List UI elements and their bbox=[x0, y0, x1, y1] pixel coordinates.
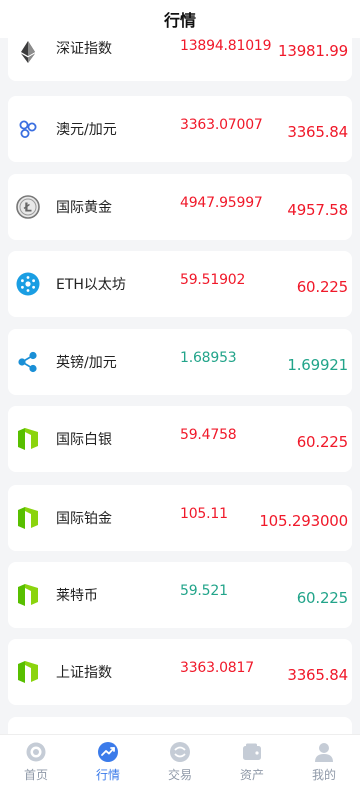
market-item[interactable]: 国际白银 59.4758 60.225 bbox=[8, 406, 352, 472]
ripple-icon bbox=[16, 350, 40, 374]
market-name: 国际黄金 bbox=[56, 200, 112, 216]
chain-link-icon bbox=[16, 117, 40, 141]
market-price: 105.11 bbox=[180, 506, 228, 522]
neo-icon bbox=[16, 427, 40, 451]
market-name: 澳元/加元 bbox=[56, 122, 117, 138]
market-price: 13894.81019 bbox=[180, 38, 272, 54]
market-change: 3365.84 bbox=[287, 123, 348, 141]
market-item[interactable]: 上证指数 3363.0817 3365.84 bbox=[8, 639, 352, 705]
market-name: 莱特币 bbox=[56, 588, 98, 604]
market-item[interactable]: 英镑/加元 1.68953 1.69921 bbox=[8, 329, 352, 395]
tab-label: 行情 bbox=[95, 768, 120, 782]
market-name: ETH以太坊 bbox=[56, 277, 126, 293]
market-item[interactable]: Ł 国际黄金 4947.95997 4957.58 bbox=[8, 174, 352, 240]
market-item[interactable]: 澳元/加元 3363.07007 3365.84 bbox=[8, 96, 352, 162]
litecoin-icon: Ł bbox=[16, 195, 40, 219]
page-title: 行情 bbox=[163, 11, 196, 30]
market-change: 1.69921 bbox=[287, 356, 348, 374]
tab-label: 资产 bbox=[239, 768, 264, 782]
trend-chart-icon bbox=[98, 742, 118, 762]
market-price: 3363.07007 bbox=[180, 117, 263, 133]
tab-label: 我的 bbox=[311, 768, 336, 782]
market-change: 60.225 bbox=[296, 433, 348, 451]
neo-icon bbox=[16, 660, 40, 684]
market-price: 3363.0817 bbox=[180, 660, 254, 676]
market-price: 59.51902 bbox=[180, 272, 246, 288]
tab-profile[interactable]: 我的 bbox=[288, 735, 360, 789]
market-change: 13981.99 bbox=[278, 42, 348, 60]
market-item[interactable]: 莱特币 59.521 60.225 bbox=[8, 562, 352, 628]
neo-icon bbox=[16, 506, 40, 530]
tab-label: 首页 bbox=[23, 768, 48, 782]
market-price: 59.521 bbox=[180, 583, 228, 599]
market-change: 60.225 bbox=[296, 278, 348, 296]
home-icon bbox=[26, 742, 46, 762]
market-name: 国际铂金 bbox=[56, 511, 112, 527]
market-change: 60.225 bbox=[296, 589, 348, 607]
market-name: 上证指数 bbox=[56, 665, 112, 681]
market-name: 国际白银 bbox=[56, 432, 112, 448]
market-change: 4957.58 bbox=[287, 201, 348, 219]
market-change: 3365.84 bbox=[287, 666, 348, 684]
bottom-tab-bar: 首页 行情 交易 资产 我的 bbox=[0, 734, 360, 789]
market-name: 英镑/加元 bbox=[56, 355, 117, 371]
svg-text:Ł: Ł bbox=[23, 201, 32, 215]
tab-trade[interactable]: 交易 bbox=[144, 735, 216, 789]
market-price: 59.4758 bbox=[180, 427, 237, 443]
tab-home[interactable]: 首页 bbox=[0, 735, 72, 789]
wallet-icon bbox=[243, 743, 261, 760]
cardano-icon bbox=[16, 272, 40, 296]
market-item[interactable]: 国际铂金 105.11 105.293000 bbox=[8, 485, 352, 551]
market-change: 105.293000 bbox=[259, 512, 348, 530]
neo-icon bbox=[16, 583, 40, 607]
market-price: 1.68953 bbox=[180, 350, 237, 366]
tab-market[interactable]: 行情 bbox=[72, 735, 144, 789]
market-name: 深证指数 bbox=[56, 41, 112, 57]
tab-assets[interactable]: 资产 bbox=[216, 735, 288, 789]
market-list: 深证指数 13894.81019 13981.99 澳元/加元 3363.070… bbox=[0, 0, 360, 789]
tab-label: 交易 bbox=[167, 768, 192, 782]
app-header: 行情 bbox=[0, 0, 360, 38]
user-icon bbox=[315, 743, 333, 762]
ethereum-diamond-icon bbox=[16, 40, 40, 64]
market-price: 4947.95997 bbox=[180, 195, 263, 211]
market-item[interactable]: ETH以太坊 59.51902 60.225 bbox=[8, 251, 352, 317]
exchange-icon bbox=[170, 742, 190, 762]
